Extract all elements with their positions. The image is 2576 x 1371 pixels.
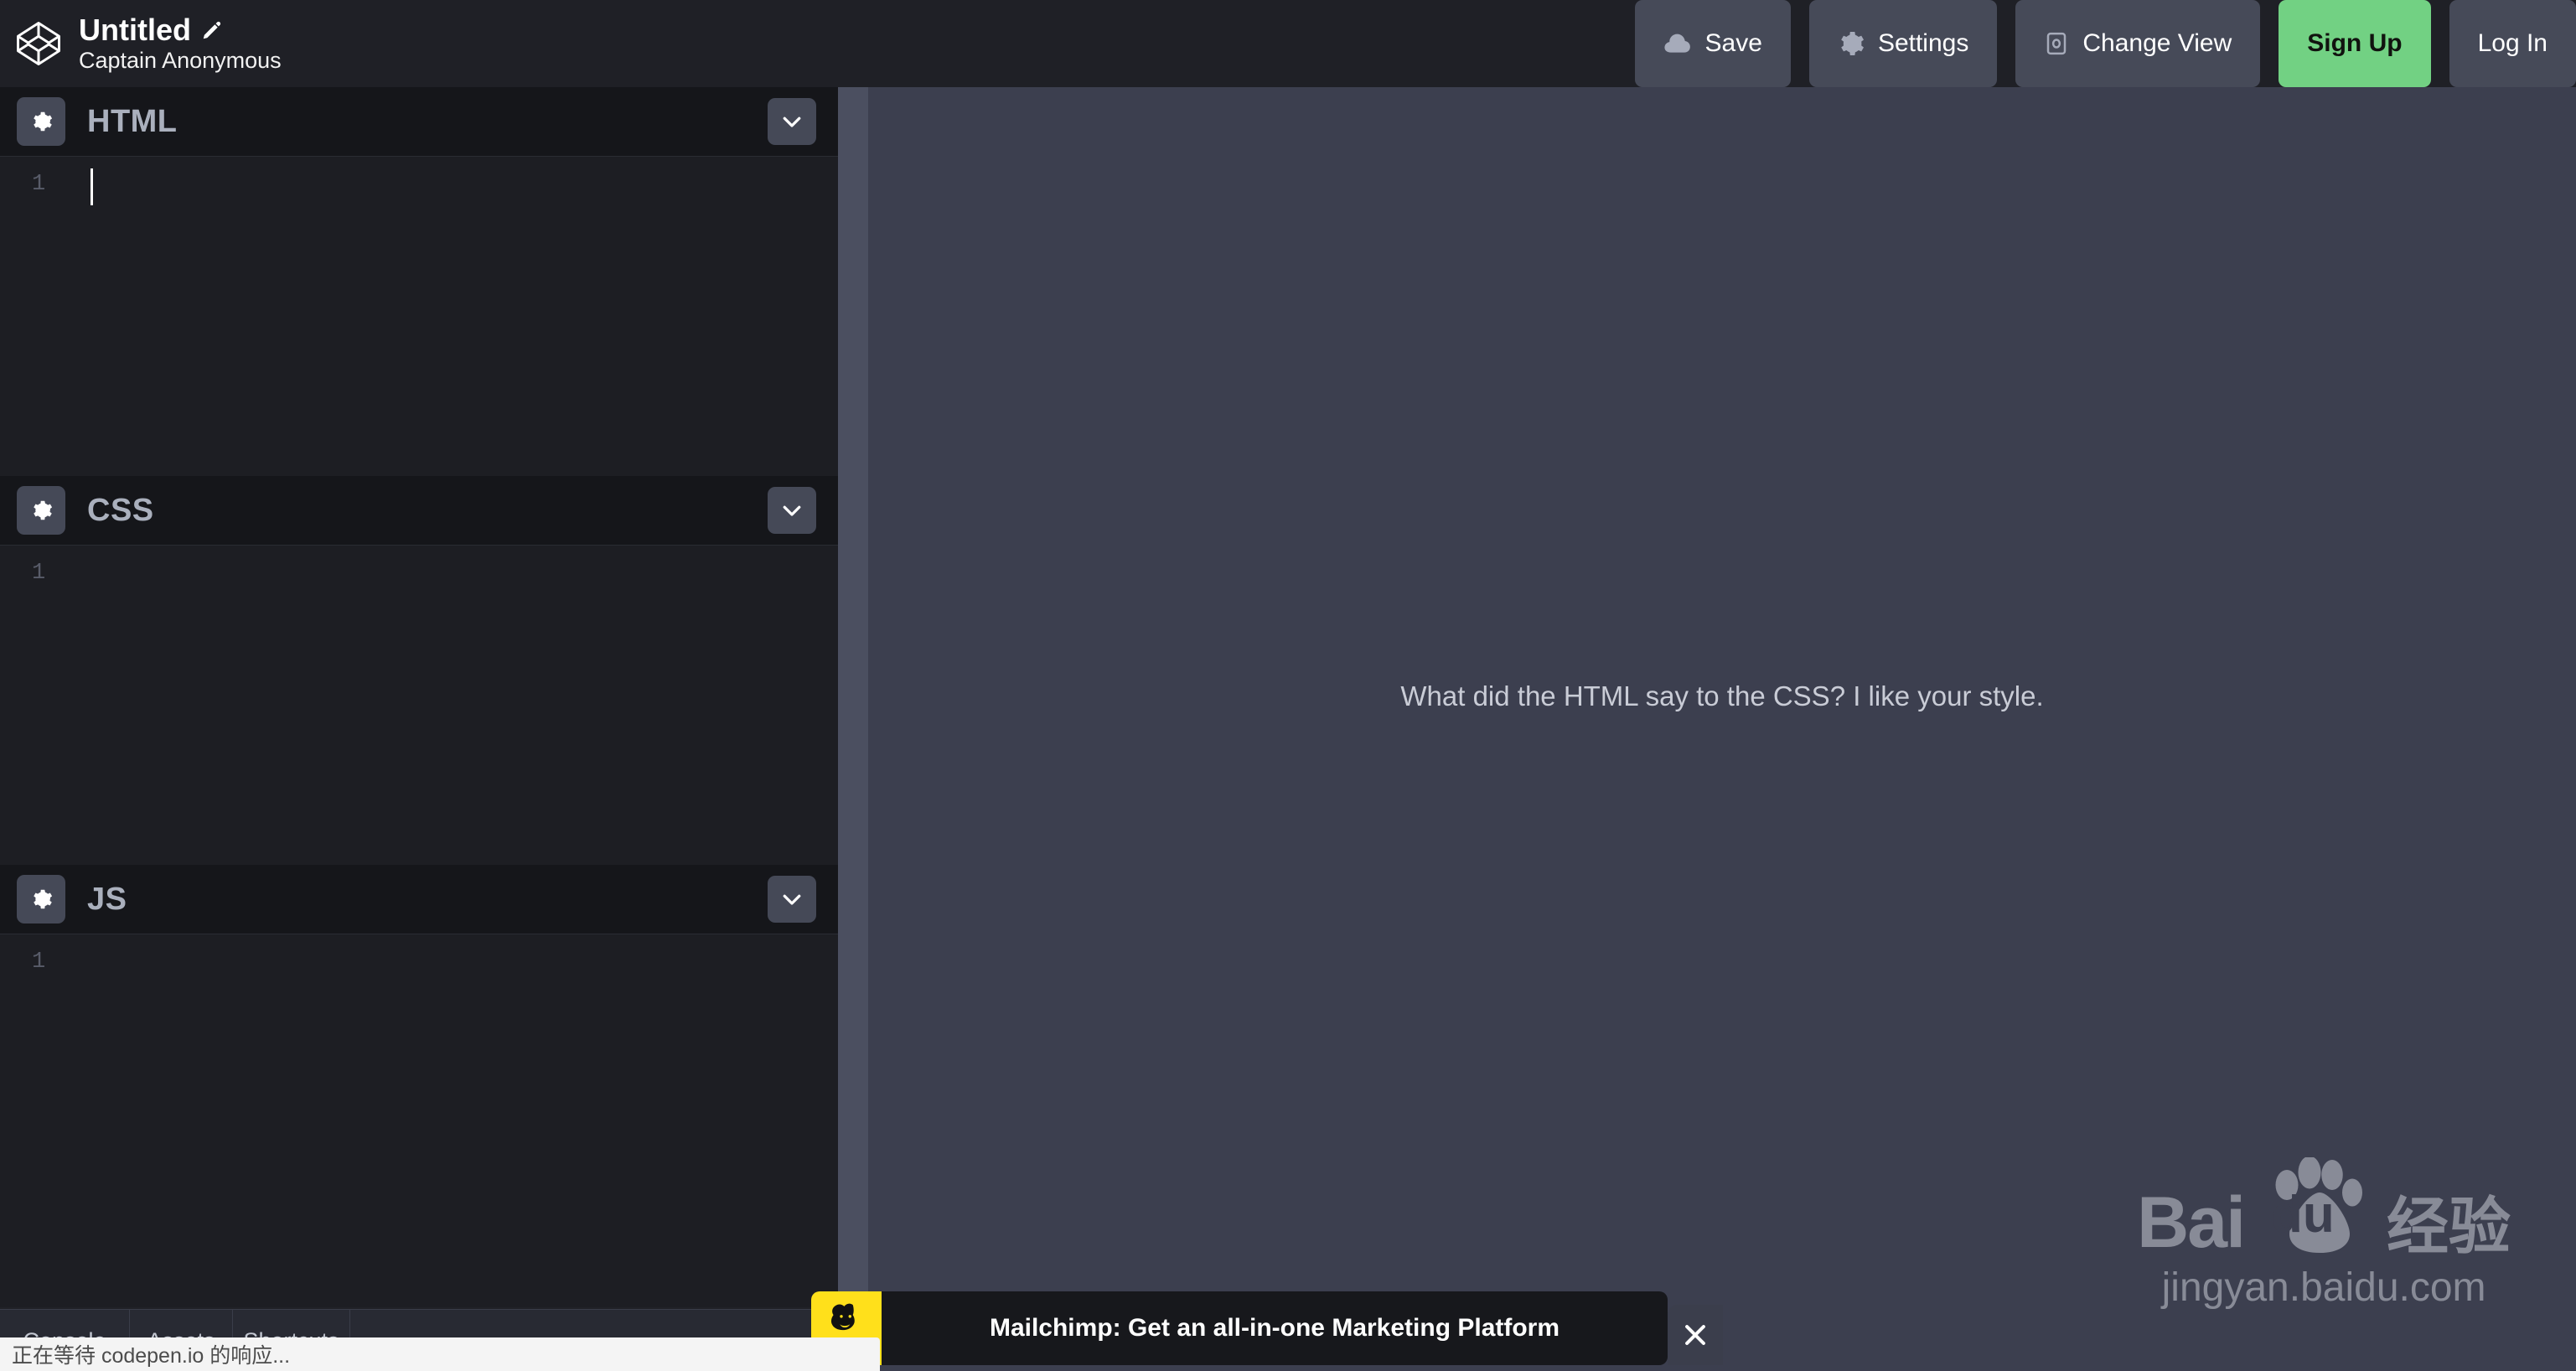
- line-number: 1: [32, 561, 46, 586]
- panel-header-css: CSS: [0, 476, 838, 545]
- sign-up-button-label: Sign Up: [2307, 29, 2403, 57]
- watermark-brand-text-2: du: [2271, 1186, 2335, 1244]
- watermark-url: jingyan.baidu.com: [2161, 1265, 2486, 1310]
- css-settings-gear-icon[interactable]: [17, 486, 65, 535]
- css-collapse-chevron-down-icon[interactable]: [768, 487, 816, 534]
- panel-header-js: JS: [0, 865, 838, 934]
- panel-label-js: JS: [87, 881, 127, 917]
- watermark-brand-text: Bai: [2137, 1182, 2246, 1264]
- ad-banner-text: Mailchimp: Get an all-in-one Marketing P…: [989, 1314, 1560, 1342]
- sign-up-button[interactable]: Sign Up: [2279, 0, 2431, 87]
- top-header-bar: Untitled Captain Anonymous Save Settings…: [0, 0, 2576, 87]
- js-collapse-chevron-down-icon[interactable]: [768, 876, 816, 923]
- ad-close-icon[interactable]: [1668, 1305, 1723, 1365]
- editor-column: HTML 1 CSS 1 JS 1: [0, 87, 838, 1307]
- pen-title-row: Untitled: [79, 12, 282, 47]
- line-number: 1: [32, 172, 46, 197]
- pen-meta: Untitled Captain Anonymous: [79, 12, 282, 73]
- cloud-icon: [1663, 33, 1692, 54]
- panel-label-html: HTML: [87, 103, 178, 139]
- watermark-logo-row: Bai du 经验: [2137, 1156, 2511, 1264]
- pen-author[interactable]: Captain Anonymous: [79, 48, 282, 73]
- brand-block: Untitled Captain Anonymous: [0, 12, 282, 73]
- html-collapse-chevron-down-icon[interactable]: [768, 98, 816, 145]
- browser-status-bar: 正在等待 codepen.io 的响应...: [0, 1337, 880, 1371]
- codepen-app: Untitled Captain Anonymous Save Settings…: [0, 0, 2576, 1371]
- log-in-button-label: Log In: [2477, 29, 2548, 57]
- preview-joke-text: What did the HTML say to the CSS? I like…: [1400, 680, 2044, 711]
- page-title: Untitled: [79, 12, 191, 47]
- watermark-brand-cn: 经验: [2387, 1192, 2511, 1261]
- gear-icon: [1838, 30, 1865, 57]
- change-view-button-label: Change View: [2082, 29, 2232, 57]
- baidu-watermark: Bai du 经验 jingyan.baidu.com: [2137, 1156, 2511, 1311]
- code-editor-js[interactable]: 1: [0, 934, 838, 1307]
- js-settings-gear-icon[interactable]: [17, 875, 65, 923]
- paw-print-icon: du: [2249, 1156, 2375, 1258]
- change-view-button[interactable]: Change View: [2015, 0, 2261, 87]
- log-in-button[interactable]: Log In: [2449, 0, 2576, 87]
- screen-icon: [2044, 31, 2069, 56]
- ad-banner[interactable]: chimp Mailchimp: Get an all-in-one Marke…: [811, 1291, 1668, 1365]
- code-editor-html[interactable]: 1: [0, 156, 838, 476]
- code-editor-css[interactable]: 1: [0, 545, 838, 865]
- text-caret: [91, 168, 93, 205]
- preview-pane[interactable]: What did the HTML say to the CSS? I like…: [868, 87, 2576, 1371]
- line-number: 1: [32, 949, 46, 975]
- editor-panel-html: HTML 1: [0, 87, 838, 476]
- html-settings-gear-icon[interactable]: [17, 97, 65, 146]
- settings-button-label: Settings: [1877, 29, 1969, 57]
- header-actions: Save Settings Change View Sign Up Log In: [1634, 0, 2576, 87]
- codepen-logo-icon[interactable]: [15, 20, 62, 67]
- column-resize-handle[interactable]: [838, 87, 868, 1307]
- editor-panel-js: JS 1: [0, 865, 838, 1307]
- panel-header-html: HTML: [0, 87, 838, 156]
- editor-panel-css: CSS 1: [0, 476, 838, 865]
- settings-button[interactable]: Settings: [1808, 0, 1998, 87]
- save-button-label: Save: [1704, 29, 1762, 57]
- panel-label-css: CSS: [87, 492, 154, 528]
- save-button[interactable]: Save: [1634, 0, 1791, 87]
- pencil-icon[interactable]: [201, 19, 223, 41]
